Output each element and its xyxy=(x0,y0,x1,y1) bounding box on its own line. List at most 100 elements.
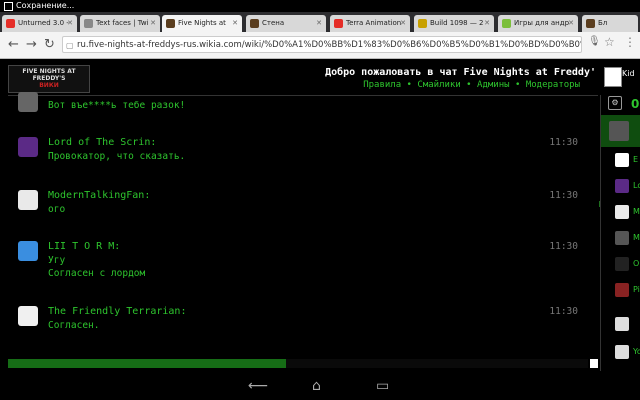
tab-build-1098[interactable]: Build 1098 — 2 ✕ xyxy=(414,15,494,32)
user-avatar[interactable] xyxy=(18,92,38,112)
message-text: Угу xyxy=(48,255,66,266)
tab-label: Text faces | Twi xyxy=(96,19,149,27)
message-username[interactable]: LII T O R M: xyxy=(48,241,120,252)
back-arrow-icon[interactable]: ← xyxy=(8,36,19,54)
wikia-favicon-icon xyxy=(250,19,259,28)
chat-page: FIVE NIGHTS AT FREDDY'S ВИКИ Добро пожал… xyxy=(0,59,640,372)
user-list-name[interactable]: M xyxy=(633,233,640,242)
close-tab-icon[interactable]: ✕ xyxy=(316,15,322,32)
chat-header-links: Правила • Смайлики • Админы • Модераторы xyxy=(363,80,580,90)
tab-terra-animation[interactable]: Terra Animation ✕ xyxy=(330,15,410,32)
link-separator: • xyxy=(460,80,478,90)
close-tab-icon[interactable]: ✕ xyxy=(150,15,156,32)
android-nav-bar: ⟵ ⌂ ▭ xyxy=(0,372,640,400)
url-input[interactable]: ▢ ru.five-nights-at-freddys-rus.wikia.co… xyxy=(62,36,582,53)
message-text: ого xyxy=(48,204,66,215)
youtube-favicon-icon xyxy=(6,19,15,28)
moderators-link[interactable]: Модераторы xyxy=(526,80,580,90)
wiki-logo[interactable]: FIVE NIGHTS AT FREDDY'S ВИКИ xyxy=(8,65,90,93)
input-progress-fill xyxy=(8,359,287,368)
logo-text: FIVE NIGHTS AT FREDDY'S xyxy=(22,68,76,82)
chat-message: The Friendly Terrarian: 11:30 Согласен. xyxy=(18,306,578,336)
browser-menu-icon[interactable]: ⋮ xyxy=(624,35,636,49)
user-list-name[interactable]: M xyxy=(633,207,640,216)
wikia-favicon-icon xyxy=(586,19,595,28)
forward-arrow-icon[interactable]: → xyxy=(26,36,37,54)
android-status-bar: Сохранение... xyxy=(0,0,640,12)
tab-android-games[interactable]: Игры для андр ✕ xyxy=(498,15,578,32)
active-room-band[interactable] xyxy=(601,115,640,147)
tab-label: Unturned 3.0 - xyxy=(18,19,69,27)
radiation-favicon-icon xyxy=(418,19,427,28)
close-tab-icon[interactable]: ✕ xyxy=(568,15,574,32)
message-time: 11:30 xyxy=(549,190,578,201)
status-text: Сохранение... xyxy=(16,1,75,10)
user-list-avatar[interactable] xyxy=(615,179,629,193)
user-list-avatar[interactable] xyxy=(615,283,629,297)
message-text: Согласен. xyxy=(48,320,100,331)
message-username[interactable]: Lord of The Scrin: xyxy=(48,137,156,148)
chat-message: Вот въе****ь тебе разок! xyxy=(18,92,578,116)
tab-bl[interactable]: Бл xyxy=(582,15,638,32)
tab-label: Игры для андр xyxy=(514,19,570,27)
scroll-end-marker xyxy=(590,359,598,368)
close-tab-icon[interactable]: ✕ xyxy=(232,15,238,32)
wikia-favicon-icon xyxy=(166,19,175,28)
tab-five-nights[interactable]: Five Nights at ✕ xyxy=(162,15,242,32)
message-username[interactable]: The Friendly Terrarian: xyxy=(48,306,186,317)
chat-welcome-title: Добро пожаловать в чат Five Nights at Fr… xyxy=(325,67,596,78)
user-list-avatar[interactable] xyxy=(615,231,629,245)
rules-link[interactable]: Правила xyxy=(363,80,401,90)
user-list-avatar[interactable] xyxy=(615,317,629,331)
current-user-avatar[interactable] xyxy=(604,67,622,87)
chat-message: ModernTalkingFan: 11:30 ого xyxy=(18,190,578,220)
tab-label: Terra Animation xyxy=(346,19,402,27)
notification-icon xyxy=(4,2,13,11)
android-favicon-icon xyxy=(502,19,511,28)
user-list-name[interactable]: O xyxy=(633,259,639,268)
home-nav-icon[interactable]: ⌂ xyxy=(312,378,321,394)
smileys-link[interactable]: Смайлики xyxy=(417,80,460,90)
user-list-avatar[interactable] xyxy=(615,345,629,359)
user-avatar[interactable] xyxy=(18,306,38,326)
chat-input-bar[interactable] xyxy=(8,359,588,368)
link-separator: • xyxy=(509,80,526,90)
user-list-name[interactable]: Pi xyxy=(633,285,640,294)
page-info-icon: ▢ xyxy=(66,41,74,50)
tab-stena[interactable]: Стена ✕ xyxy=(246,15,326,32)
user-list-avatar[interactable] xyxy=(615,153,629,167)
settings-gear-icon[interactable]: ⚙ xyxy=(608,96,622,110)
chat-header: FIVE NIGHTS AT FREDDY'S ВИКИ Добро пожал… xyxy=(0,59,640,95)
user-avatar[interactable] xyxy=(18,241,38,261)
tab-text-faces[interactable]: Text faces | Twi ✕ xyxy=(80,15,160,32)
tab-unturned[interactable]: Unturned 3.0 - ✕ xyxy=(2,15,77,32)
user-avatar[interactable] xyxy=(18,137,38,157)
browser-toolbar: ← → ↻ ▢ ru.five-nights-at-freddys-rus.wi… xyxy=(0,32,640,59)
user-list-name[interactable]: Lo xyxy=(633,181,640,190)
message-username[interactable]: ModernTalkingFan: xyxy=(48,190,150,201)
bookmark-star-icon[interactable]: ☆ xyxy=(604,35,615,49)
back-nav-icon[interactable]: ⟵ xyxy=(248,378,268,394)
browser-tab-strip: Unturned 3.0 - ✕ Text faces | Twi ✕ Five… xyxy=(0,12,640,32)
close-tab-icon[interactable]: ✕ xyxy=(400,15,406,32)
close-tab-icon[interactable]: ✕ xyxy=(67,15,73,32)
admins-link[interactable]: Админы xyxy=(477,80,510,90)
message-time: 11:30 xyxy=(549,137,578,148)
user-list-name[interactable]: E xyxy=(633,155,638,164)
user-list-avatar[interactable] xyxy=(615,257,629,271)
chat-message-list[interactable]: Вот въе****ь тебе разок! Lord of The Scr… xyxy=(8,92,605,372)
logo-wiki-text: ВИКИ xyxy=(39,82,59,89)
room-avatar xyxy=(609,121,629,141)
link-separator: • xyxy=(401,80,418,90)
microphone-icon[interactable]: 🎙 xyxy=(588,36,601,47)
user-list-avatar[interactable] xyxy=(615,205,629,219)
user-list-name[interactable]: Yo xyxy=(633,347,640,356)
message-time: 11:30 xyxy=(549,241,578,252)
close-tab-icon[interactable]: ✕ xyxy=(484,15,490,32)
message-text: Провокатор, что сказать. xyxy=(48,151,186,162)
recent-apps-icon[interactable]: ▭ xyxy=(376,378,389,394)
message-text: Вот въе****ь тебе разок! xyxy=(48,100,186,111)
reload-icon[interactable]: ↻ xyxy=(44,36,55,54)
user-avatar[interactable] xyxy=(18,190,38,210)
message-text: Согласен с лордом xyxy=(48,268,146,279)
